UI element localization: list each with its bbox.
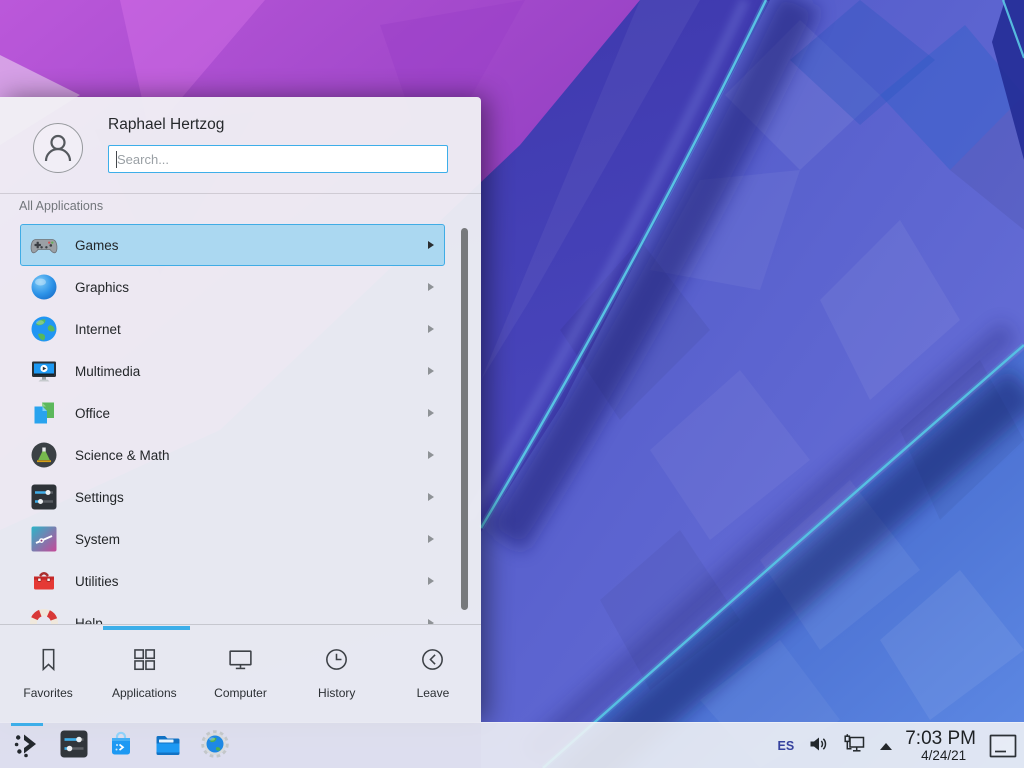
launcher-header: Raphael Hertzog — [0, 97, 481, 193]
user-avatar[interactable] — [33, 123, 83, 173]
submenu-arrow-icon — [428, 577, 434, 585]
tab-label: Applications — [112, 686, 177, 700]
tab-history[interactable]: History — [289, 625, 385, 722]
taskbar-launcher-kickoff[interactable] — [10, 723, 44, 768]
menu-item-office[interactable]: Office — [20, 392, 445, 434]
menu-item-label: Internet — [75, 322, 428, 337]
history-clock-icon — [323, 646, 350, 678]
help-lifebuoy-icon — [28, 607, 60, 624]
expand-tray-arrow-icon[interactable] — [880, 743, 892, 750]
kde-menu-icon — [11, 728, 43, 765]
menu-item-multimedia[interactable]: Multimedia — [20, 350, 445, 392]
taskbar-launcher-dolphin[interactable] — [151, 723, 185, 768]
submenu-arrow-icon — [428, 325, 434, 333]
multimedia-player-icon — [28, 355, 60, 387]
menu-item-utilities[interactable]: Utilities — [20, 560, 445, 602]
desktop: Raphael Hertzog All Applications — [0, 0, 1024, 768]
digital-clock[interactable]: 7:03 PM 4/24/21 — [905, 729, 976, 763]
search-input[interactable] — [109, 146, 447, 172]
menu-item-system[interactable]: System — [20, 518, 445, 560]
taskbar-launchers — [10, 723, 232, 768]
application-launcher: Raphael Hertzog All Applications — [0, 97, 481, 722]
app-grid-icon — [131, 646, 158, 678]
category-list: Games Graphics — [20, 224, 445, 624]
tab-label: Leave — [417, 686, 450, 700]
graphics-sphere-icon — [28, 271, 60, 303]
menu-item-internet[interactable]: Internet — [20, 308, 445, 350]
file-manager-folder-icon — [152, 728, 184, 765]
submenu-arrow-icon — [428, 367, 434, 375]
menu-item-label: Utilities — [75, 574, 428, 589]
menu-item-label: System — [75, 532, 428, 547]
taskbar-launcher-system-settings[interactable] — [57, 723, 91, 768]
internet-globe-icon — [28, 313, 60, 345]
submenu-arrow-icon — [428, 283, 434, 291]
menu-item-label: Science & Math — [75, 448, 428, 463]
menu-item-science[interactable]: Science & Math — [20, 434, 445, 476]
menu-item-label: Settings — [75, 490, 428, 505]
user-name: Raphael Hertzog — [108, 116, 224, 134]
section-heading: All Applications — [19, 199, 103, 213]
tab-bar: Favorites Applications — [0, 624, 481, 722]
tab-favorites[interactable]: Favorites — [0, 625, 96, 722]
taskbar: ES 7:03 PM — [0, 722, 1024, 768]
system-settings-icon — [58, 728, 90, 765]
tab-label: Favorites — [23, 686, 72, 700]
scrollbar-handle[interactable] — [461, 228, 468, 610]
clock-time: 7:03 PM — [905, 729, 976, 748]
menu-item-label: Office — [75, 406, 428, 421]
menu-item-graphics[interactable]: Graphics — [20, 266, 445, 308]
active-task-indicator — [11, 723, 43, 726]
menu-item-help[interactable]: Help — [20, 602, 445, 624]
leave-icon — [419, 646, 446, 678]
office-documents-icon — [28, 397, 60, 429]
system-tray: ES 7:03 PM — [778, 723, 1017, 768]
tab-computer[interactable]: Computer — [192, 625, 288, 722]
submenu-arrow-icon — [428, 535, 434, 543]
submenu-arrow-icon — [428, 409, 434, 417]
computer-monitor-icon — [227, 646, 254, 678]
settings-sliders-icon — [28, 481, 60, 513]
tab-label: History — [318, 686, 355, 700]
volume-icon[interactable] — [807, 733, 829, 760]
network-icon[interactable] — [842, 733, 867, 760]
web-browser-globe-icon — [199, 728, 231, 765]
tab-leave[interactable]: Leave — [385, 625, 481, 722]
menu-item-label: Multimedia — [75, 364, 428, 379]
show-desktop-button[interactable] — [989, 734, 1017, 758]
keyboard-layout-indicator[interactable]: ES — [778, 739, 795, 753]
menu-item-settings[interactable]: Settings — [20, 476, 445, 518]
bookmark-icon — [35, 646, 62, 678]
games-gamepad-icon — [28, 229, 60, 261]
header-divider — [0, 193, 481, 194]
taskbar-launcher-discover[interactable] — [104, 723, 138, 768]
submenu-arrow-icon — [428, 493, 434, 501]
user-icon — [35, 125, 81, 171]
menu-item-games[interactable]: Games — [20, 224, 445, 266]
taskbar-launcher-konqueror[interactable] — [198, 723, 232, 768]
discover-bag-icon — [105, 728, 137, 765]
utilities-toolbox-icon — [28, 565, 60, 597]
science-flask-icon — [28, 439, 60, 471]
system-tools-icon — [28, 523, 60, 555]
active-tab-indicator — [103, 626, 190, 630]
submenu-arrow-icon — [428, 451, 434, 459]
menu-item-label: Help — [75, 616, 428, 625]
clock-date: 4/24/21 — [921, 749, 966, 763]
tab-applications[interactable]: Applications — [96, 625, 192, 722]
tab-label: Computer — [214, 686, 267, 700]
search-box — [108, 145, 448, 173]
submenu-arrow-icon — [428, 241, 434, 249]
menu-item-label: Games — [75, 238, 428, 253]
menu-item-label: Graphics — [75, 280, 428, 295]
